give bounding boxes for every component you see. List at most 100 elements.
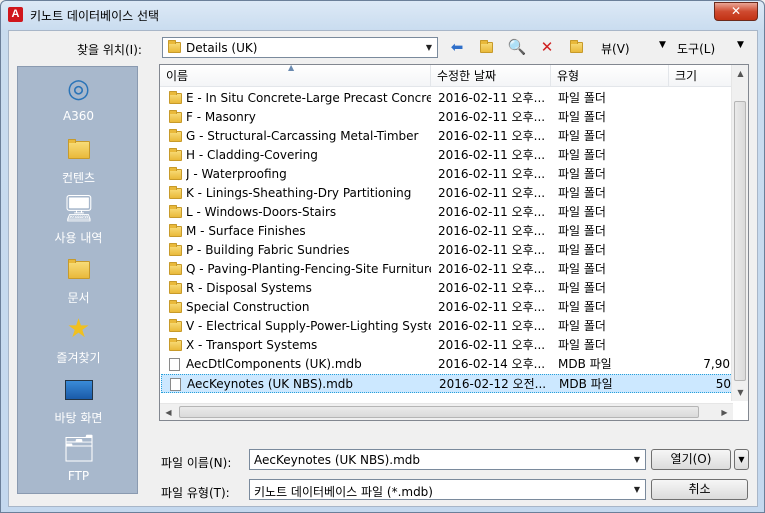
folder-row[interactable]: E - In Situ Concrete-Large Precast Concr… [161,89,733,108]
cell-name: F - Masonry [186,110,256,124]
dialog-window: A 키노트 데이터베이스 선택 ✕ 찾을 위치(I): Details (UK)… [0,0,765,513]
place-label: 사용 내역 [54,231,103,245]
horizontal-scrollbar[interactable]: ◀ ▶ [160,403,733,420]
search-web-icon[interactable]: 🔍 [506,36,528,58]
cell-name: H - Cladding-Covering [186,148,318,162]
lookin-label: 찾을 위치(I): [77,43,142,57]
cell-type: 파일 폴더 [558,281,606,295]
folder-icon [169,262,182,275]
place-label: FTP [67,469,90,483]
history-icon: 🖥 [62,194,96,224]
folder-row[interactable]: V - Electrical Supply-Power-Lighting Sys… [161,317,733,336]
view-chevron-icon[interactable]: ▼ [659,40,666,50]
folder-icon [169,205,182,218]
scroll-thumb-vertical[interactable] [734,101,746,381]
folder-row[interactable]: F - Masonry 2016-02-11 오후... 파일 폴더 [161,108,733,127]
column-header-type[interactable]: 유형 [551,65,669,87]
cell-date: 2016-02-11 오후... [438,224,546,238]
place-a360[interactable]: ◎ A360 [18,73,139,123]
cell-name: G - Structural-Carcassing Metal-Timber [186,129,419,143]
back-icon[interactable]: ⬅ [446,36,468,58]
ftp-icon: 🗂 [62,434,96,464]
cell-date: 2016-02-11 오후... [438,91,546,105]
chevron-down-icon[interactable]: ▼ [629,450,645,469]
place-label: 바탕 화면 [54,411,103,425]
cell-name: AecKeynotes (UK NBS).mdb [187,377,354,391]
cell-date: 2016-02-11 오후... [438,338,546,352]
chevron-down-icon[interactable]: ▼ [629,480,645,499]
cell-type: 파일 폴더 [558,91,606,105]
cell-size: 7,90 [703,357,730,371]
cell-type: 파일 폴더 [558,148,606,162]
folder-icon [169,281,182,294]
place-favorites[interactable]: ★ 즐겨찾기 [18,313,139,366]
cell-type: MDB 파일 [558,357,612,371]
cell-date: 2016-02-11 오후... [438,243,546,257]
delete-icon[interactable]: ✕ [536,36,558,58]
cell-size: 50 [715,377,731,391]
cell-date: 2016-02-14 오후... [438,357,546,371]
documents-icon [63,253,95,285]
scroll-thumb-horizontal[interactable] [179,406,699,418]
file-row[interactable]: AecKeynotes (UK NBS).mdb 2016-02-12 오전...… [161,374,733,393]
folder-row[interactable]: P - Building Fabric Sundries 2016-02-11 오… [161,241,733,260]
place-label: 즐겨찾기 [56,351,101,365]
cell-type: 파일 폴더 [558,224,606,238]
place-desktop[interactable]: 바탕 화면 [18,373,139,426]
tools-menu[interactable]: 도구(L) [677,40,715,57]
folder-row[interactable]: L - Windows-Doors-Stairs 2016-02-11 오후...… [161,203,733,222]
new-folder-icon[interactable] [565,36,587,58]
filename-input[interactable]: AecKeynotes (UK NBS).mdb ▼ [249,449,646,470]
vertical-scrollbar[interactable]: ▲ ▼ [731,65,748,401]
place-history[interactable]: 🖥 사용 내역 [18,193,139,246]
folder-row[interactable]: G - Structural-Carcassing Metal-Timber 20… [161,127,733,146]
place-ftp[interactable]: 🗂 FTP [18,433,139,483]
open-button[interactable]: 열기(O) [651,449,731,470]
lookin-combo[interactable]: Details (UK) ▼ [162,37,438,58]
file-list[interactable]: 이름 ▲ 수정한 날짜 유형 크기 E - In Situ Concrete-L… [159,64,749,421]
up-folder-icon[interactable] [475,36,497,58]
window-title: 키노트 데이터베이스 선택 [30,9,160,23]
open-dropdown-icon[interactable]: ▼ [734,449,749,470]
cell-date: 2016-02-11 오후... [438,167,546,181]
cancel-button[interactable]: 취소 [651,479,748,500]
cell-name: L - Windows-Doors-Stairs [186,205,337,219]
column-header-size[interactable]: 크기 [669,65,733,87]
file-icon [170,378,181,391]
cell-type: 파일 폴더 [558,300,606,314]
file-row[interactable]: AecDtlComponents (UK).mdb 2016-02-14 오후..… [161,355,733,374]
folder-row[interactable]: J - Waterproofing 2016-02-11 오후... 파일 폴더 [161,165,733,184]
filetype-select[interactable]: 키노트 데이터베이스 파일 (*.mdb) ▼ [249,479,646,500]
cell-type: 파일 폴더 [558,262,606,276]
place-documents[interactable]: 문서 [18,253,139,306]
folder-icon [169,91,182,104]
folder-row[interactable]: Q - Paving-Planting-Fencing-Site Furnitu… [161,260,733,279]
folder-row[interactable]: H - Cladding-Covering 2016-02-11 오후... 파일 … [161,146,733,165]
chevron-down-icon[interactable]: ▼ [421,38,437,57]
scroll-down-icon[interactable]: ▼ [732,384,748,401]
view-menu[interactable]: 뷰(V) [601,40,630,57]
folder-row[interactable]: R - Disposal Systems 2016-02-11 오후... 파일 폴… [161,279,733,298]
cell-type: 파일 폴더 [558,205,606,219]
sort-arrow-icon: ▲ [288,64,295,72]
close-button[interactable]: ✕ [714,2,758,21]
cell-date: 2016-02-12 오전... [439,377,547,391]
tools-chevron-icon[interactable]: ▼ [737,40,744,50]
folder-row[interactable]: Special Construction 2016-02-11 오후... 파일 폴… [161,298,733,317]
scroll-left-icon[interactable]: ◀ [160,404,177,420]
filetype-value: 키노트 데이터베이스 파일 (*.mdb) [254,485,433,499]
scroll-up-icon[interactable]: ▲ [732,65,748,82]
folder-row[interactable]: M - Surface Finishes 2016-02-11 오후... 파일 폴… [161,222,733,241]
scroll-right-icon[interactable]: ▶ [716,404,733,420]
filename-label: 파일 이름(N): [161,456,232,470]
place-label: 컨텐츠 [61,171,96,185]
cell-type: 파일 폴더 [558,110,606,124]
cell-name: AecDtlComponents (UK).mdb [186,357,362,371]
cell-date: 2016-02-11 오후... [438,186,546,200]
column-header-date[interactable]: 수정한 날짜 [431,65,551,87]
column-header-name[interactable]: 이름 ▲ [160,65,431,87]
folder-row[interactable]: K - Linings-Sheathing-Dry Partitioning 20… [161,184,733,203]
folder-row[interactable]: X - Transport Systems 2016-02-11 오후... 파일 … [161,336,733,355]
title-bar[interactable]: A 키노트 데이터베이스 선택 ✕ [1,1,764,29]
place-content[interactable]: 컨텐츠 [18,133,139,186]
